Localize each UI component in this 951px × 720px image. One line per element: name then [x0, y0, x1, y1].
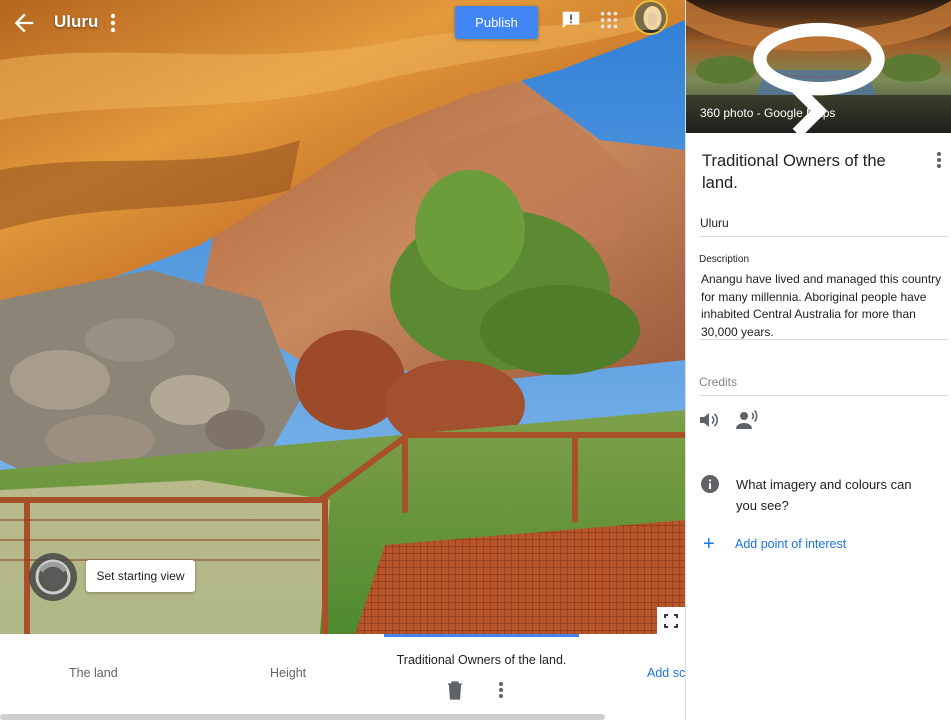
panorama-viewer[interactable]: Uluru Publish Set starting view: [0, 0, 685, 634]
scene-more-vert-icon[interactable]: [494, 680, 508, 700]
feedback-icon[interactable]: [560, 9, 582, 31]
poi-title[interactable]: Traditional Owners of the land.: [702, 150, 916, 194]
set-starting-view-tooltip: Set starting view: [86, 560, 195, 592]
volume-icon[interactable]: [698, 410, 720, 430]
apps-grid-icon[interactable]: [598, 9, 620, 31]
viewer-toolbar: Uluru Publish: [0, 0, 685, 46]
credits-underline: [699, 395, 949, 396]
add-scene-button[interactable]: Add sc: [647, 666, 685, 680]
question-prompt: What imagery and colours can you see?: [736, 477, 912, 513]
add-point-of-interest-button[interactable]: + Add point of interest: [703, 534, 903, 554]
description-field[interactable]: Anangu have lived and managed this count…: [701, 271, 951, 341]
plus-icon: +: [703, 533, 715, 555]
description-underline: [699, 339, 949, 340]
active-scene-indicator: [384, 634, 579, 637]
starting-view-dial[interactable]: [29, 553, 77, 601]
project-title: Uluru: [54, 12, 99, 31]
360-rotate-icon: [753, 22, 885, 133]
scene-tab-height[interactable]: Height: [270, 666, 306, 680]
scene-strip: The land Height Traditional Owners of th…: [0, 634, 685, 720]
delete-icon[interactable]: [446, 680, 464, 700]
description-label: Description: [699, 254, 750, 265]
credits-field[interactable]: Credits: [699, 375, 737, 389]
horizontal-scrollbar[interactable]: [0, 714, 605, 720]
more-vert-icon[interactable]: [104, 11, 122, 35]
scene-tab-traditional-owners[interactable]: Traditional Owners of the land.: [384, 653, 579, 667]
add-point-of-interest-label: Add point of interest: [735, 537, 847, 551]
scene-tab-the-land[interactable]: The land: [69, 666, 118, 680]
publish-button[interactable]: Publish: [455, 6, 538, 39]
point-of-interest-panel: 360 photo - Google Maps Traditional Owne…: [685, 0, 951, 720]
record-voice-icon[interactable]: [735, 409, 759, 431]
info-icon: [701, 475, 719, 493]
location-field[interactable]: Uluru: [699, 212, 949, 237]
panorama-image[interactable]: [0, 0, 685, 634]
photo-preview[interactable]: 360 photo - Google Maps: [686, 0, 951, 133]
avatar[interactable]: [633, 0, 668, 35]
fullscreen-icon[interactable]: [657, 607, 685, 634]
poi-more-vert-icon[interactable]: [932, 150, 946, 170]
back-arrow-icon[interactable]: [10, 9, 38, 37]
